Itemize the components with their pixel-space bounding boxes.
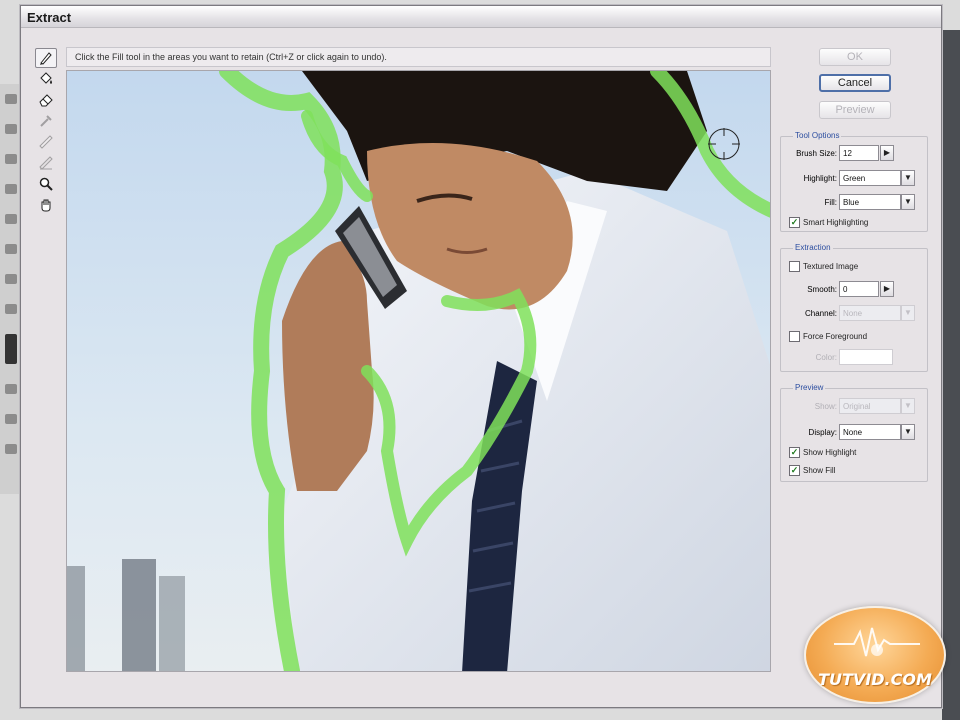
bg-tool-icon bbox=[5, 384, 17, 394]
bg-tool-icon bbox=[5, 214, 17, 224]
triangle-right-icon: ▶ bbox=[883, 148, 891, 157]
show-highlight-label: Show Highlight bbox=[803, 448, 857, 457]
photoshop-toolbox bbox=[0, 84, 22, 494]
chevron-down-icon: ▼ bbox=[904, 197, 912, 206]
smooth-label: Smooth: bbox=[807, 285, 837, 294]
bg-tool-icon bbox=[5, 274, 17, 284]
color-label: Color: bbox=[815, 353, 837, 362]
show-highlight-checkbox[interactable]: ✓ bbox=[789, 447, 800, 458]
preview-group: Preview Show: Original ▼ Display: None ▼… bbox=[780, 383, 928, 482]
bg-tool-icon bbox=[5, 244, 17, 254]
instruction-text: Click the Fill tool in the areas you wan… bbox=[66, 47, 771, 67]
eyedropper-tool[interactable] bbox=[35, 111, 57, 131]
color-swatch-icon bbox=[5, 334, 17, 364]
tool-options-group: Tool Options Brush Size: 12 ▶ Highlight:… bbox=[780, 131, 928, 232]
fill-label: Fill: bbox=[824, 198, 837, 207]
force-foreground-label: Force Foreground bbox=[803, 332, 868, 341]
checkmark-icon: ✓ bbox=[790, 447, 799, 457]
extract-tools bbox=[35, 48, 61, 216]
bg-tool-icon bbox=[5, 414, 17, 424]
show-select[interactable]: Original bbox=[839, 398, 901, 414]
smooth-input[interactable]: 0 bbox=[839, 281, 879, 297]
bg-tool-icon bbox=[5, 154, 17, 164]
highlight-select[interactable]: Green bbox=[839, 170, 901, 186]
dialog-title: Extract bbox=[27, 10, 72, 25]
smart-highlighting-label: Smart Highlighting bbox=[803, 218, 869, 227]
bg-tool-icon bbox=[5, 304, 17, 314]
display-dropdown-button[interactable]: ▼ bbox=[901, 424, 915, 440]
extraction-group: Extraction Textured Image Smooth: 0 ▶ Ch… bbox=[780, 243, 928, 372]
cancel-button[interactable]: Cancel bbox=[819, 74, 891, 92]
bg-tool-icon bbox=[5, 444, 17, 454]
edge-highlighter-tool[interactable] bbox=[35, 48, 57, 68]
eyedropper-icon bbox=[40, 115, 52, 127]
smart-highlighting-checkbox[interactable]: ✓ bbox=[789, 217, 800, 228]
eraser-tool[interactable] bbox=[35, 90, 57, 110]
chevron-down-icon: ▼ bbox=[904, 427, 912, 436]
force-foreground-checkbox[interactable] bbox=[789, 331, 800, 342]
channel-label: Channel: bbox=[804, 309, 837, 318]
textured-image-label: Textured Image bbox=[803, 262, 859, 271]
checkmark-icon: ✓ bbox=[790, 465, 799, 475]
show-dropdown-button[interactable]: ▼ bbox=[901, 398, 915, 414]
fill-select[interactable]: Blue bbox=[839, 194, 901, 210]
edge-highlighter-icon bbox=[40, 52, 52, 65]
edge-touchup-tool[interactable] bbox=[35, 153, 57, 173]
channel-select[interactable]: None bbox=[839, 305, 901, 321]
textured-image-checkbox[interactable] bbox=[789, 261, 800, 272]
brush-size-label: Brush Size: bbox=[796, 149, 837, 158]
preview-title: Preview bbox=[793, 383, 826, 392]
show-fill-checkbox[interactable]: ✓ bbox=[789, 465, 800, 476]
photo-illustration bbox=[67, 71, 770, 671]
fill-tool-icon bbox=[40, 72, 52, 84]
chevron-down-icon: ▼ bbox=[904, 308, 912, 317]
extraction-title: Extraction bbox=[793, 243, 833, 252]
zoom-icon bbox=[39, 177, 53, 191]
zoom-tool[interactable] bbox=[35, 174, 57, 194]
highlight-label: Highlight: bbox=[803, 174, 837, 183]
extract-dialog: Extract Click the Fill tool in the areas… bbox=[20, 5, 942, 708]
brush-cursor-icon bbox=[708, 128, 740, 160]
hand-icon bbox=[41, 199, 51, 212]
ok-button[interactable]: OK bbox=[819, 48, 891, 66]
brush-size-slider-button[interactable]: ▶ bbox=[880, 145, 894, 161]
hand-tool[interactable] bbox=[35, 195, 57, 215]
tutvid-watermark-logo: TUTVID.COM bbox=[804, 606, 946, 704]
force-foreground-color-swatch[interactable] bbox=[839, 349, 893, 365]
edge-touchup-icon bbox=[39, 156, 53, 170]
channel-dropdown-button[interactable]: ▼ bbox=[901, 305, 915, 321]
chevron-down-icon: ▼ bbox=[904, 173, 912, 182]
background-panel-strip bbox=[942, 30, 960, 720]
brush-size-input[interactable]: 12 bbox=[839, 145, 879, 161]
chevron-down-icon: ▼ bbox=[904, 401, 912, 410]
show-label: Show: bbox=[814, 402, 837, 411]
smooth-slider-button[interactable]: ▶ bbox=[880, 281, 894, 297]
cleanup-tool-icon bbox=[39, 135, 53, 149]
bg-tool-icon bbox=[5, 124, 17, 134]
tool-options-title: Tool Options bbox=[793, 131, 842, 140]
sparkle-logo-icon bbox=[834, 627, 920, 657]
eraser-icon bbox=[39, 94, 53, 107]
display-label: Display: bbox=[808, 428, 837, 437]
fill-tool[interactable] bbox=[35, 69, 57, 89]
triangle-right-icon: ▶ bbox=[883, 284, 891, 293]
checkmark-icon: ✓ bbox=[790, 217, 799, 227]
cleanup-tool[interactable] bbox=[35, 132, 57, 152]
bg-tool-icon bbox=[5, 184, 17, 194]
image-preview-canvas[interactable] bbox=[66, 70, 771, 672]
display-select[interactable]: None bbox=[839, 424, 901, 440]
bg-tool-icon bbox=[5, 94, 17, 104]
preview-button[interactable]: Preview bbox=[819, 101, 891, 119]
show-fill-label: Show Fill bbox=[803, 466, 836, 475]
dialog-titlebar[interactable]: Extract bbox=[21, 6, 941, 28]
highlight-dropdown-button[interactable]: ▼ bbox=[901, 170, 915, 186]
fill-dropdown-button[interactable]: ▼ bbox=[901, 194, 915, 210]
watermark-text: TUTVID.COM bbox=[818, 670, 932, 689]
